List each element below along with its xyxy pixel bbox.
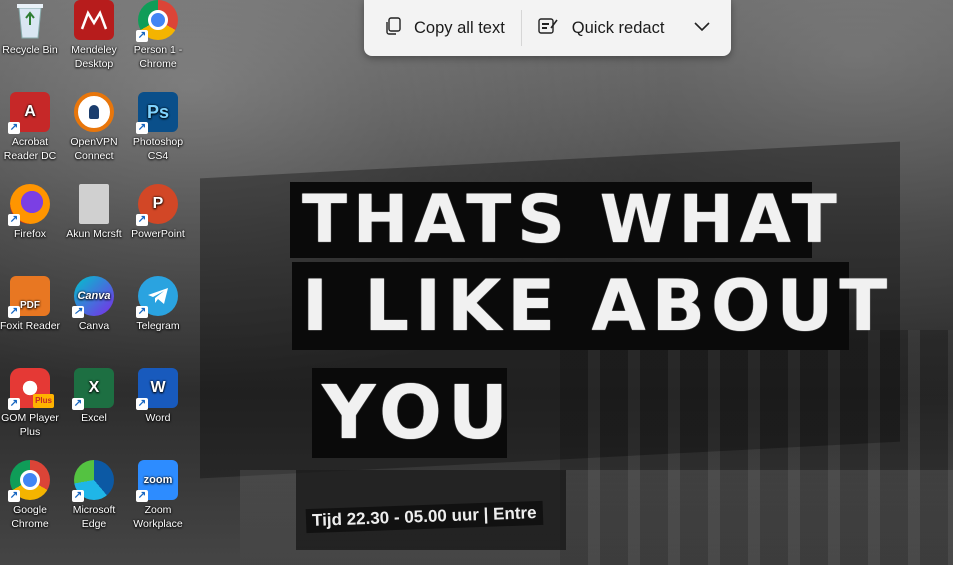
foxit-glyph: PDF bbox=[20, 300, 40, 311]
icon-label: Word bbox=[145, 412, 171, 424]
desktop-icon-acrobat[interactable]: A ↗ Acrobat Reader DC bbox=[0, 92, 62, 163]
desktop-icon-firefox[interactable]: ↗ Firefox bbox=[0, 184, 62, 241]
gom-plus-badge: Plus bbox=[33, 394, 54, 408]
icon-label: Photoshop CS4 bbox=[132, 136, 184, 162]
chrome-center bbox=[148, 10, 168, 30]
word-icon: W ↗ bbox=[136, 368, 178, 410]
chrome-center bbox=[20, 470, 40, 490]
foxit-reader-icon: PDF ↗ bbox=[8, 276, 50, 318]
text-actions-toolbar: Copy all text Quick redact bbox=[364, 0, 731, 56]
icon-label: Recycle Bin bbox=[2, 44, 58, 56]
icon-label: Microsoft Edge bbox=[72, 504, 116, 530]
icon-label: OpenVPN Connect bbox=[70, 136, 118, 162]
icon-label: Person 1 - Chrome bbox=[133, 44, 183, 70]
icon-label: Akun Mcrsft bbox=[66, 228, 122, 240]
icon-label: Foxit Reader bbox=[0, 320, 61, 332]
firefox-icon: ↗ bbox=[8, 184, 50, 226]
desktop-icon-akun-mcrsft[interactable]: Akun Mcrsft bbox=[62, 184, 126, 241]
openvpn-icon bbox=[74, 92, 114, 132]
shortcut-arrow-icon: ↗ bbox=[72, 398, 84, 410]
shortcut-arrow-icon: ↗ bbox=[8, 214, 20, 226]
icon-label: GOM Player Plus bbox=[1, 412, 59, 438]
powerpoint-glyph: P bbox=[152, 195, 164, 212]
desktop-icon-canva[interactable]: Canva ↗ Canva bbox=[62, 276, 126, 333]
recycle-bin-icon bbox=[10, 0, 50, 40]
icon-label: PowerPoint bbox=[131, 228, 185, 240]
redact-options-dropdown[interactable] bbox=[694, 8, 710, 48]
photoshop-icon: Ps ↗ bbox=[136, 92, 178, 134]
desktop-icon-google-chrome[interactable]: ↗ Google Chrome bbox=[0, 460, 62, 531]
desktop-icon-zoom[interactable]: zoom ↗ Zoom Workplace bbox=[126, 460, 190, 531]
icon-label: Telegram bbox=[136, 320, 180, 332]
toolbar-divider bbox=[520, 10, 522, 46]
document-icon bbox=[79, 184, 109, 224]
shortcut-arrow-icon: ↗ bbox=[72, 490, 84, 502]
shortcut-arrow-icon: ↗ bbox=[8, 122, 20, 134]
quick-redact-button[interactable]: Quick redact bbox=[538, 8, 665, 48]
icon-label: Acrobat Reader DC bbox=[3, 136, 57, 162]
zoom-icon: zoom ↗ bbox=[136, 460, 178, 502]
canva-glyph: Canva bbox=[77, 290, 111, 302]
chrome-profile-icon: ↗ bbox=[136, 0, 178, 42]
copy-all-text-label: Copy all text bbox=[414, 18, 505, 37]
shortcut-arrow-icon: ↗ bbox=[8, 306, 20, 318]
shortcut-arrow-icon: ↗ bbox=[136, 30, 148, 42]
shortcut-arrow-icon: ↗ bbox=[8, 398, 20, 410]
desktop-icon-person1-chrome[interactable]: ↗ Person 1 - Chrome bbox=[126, 0, 190, 71]
telegram-icon: ↗ bbox=[136, 276, 178, 318]
desktop-icon-powerpoint[interactable]: P ↗ PowerPoint bbox=[126, 184, 190, 241]
icon-label: Google Chrome bbox=[11, 504, 49, 530]
desktop-icon-openvpn[interactable]: OpenVPN Connect bbox=[62, 92, 126, 163]
wallpaper-text-line2: I LIKE ABOUT bbox=[292, 262, 887, 350]
chevron-down-icon bbox=[694, 19, 710, 37]
desktop-icon-telegram[interactable]: ↗ Telegram bbox=[126, 276, 190, 333]
icon-label: Mendeley Desktop bbox=[71, 44, 117, 70]
desktop-icon-microsoft-edge[interactable]: ↗ Microsoft Edge bbox=[62, 460, 126, 531]
canva-icon: Canva ↗ bbox=[72, 276, 114, 318]
desktop-icon-excel[interactable]: X ↗ Excel bbox=[62, 368, 126, 425]
powerpoint-icon: P ↗ bbox=[136, 184, 178, 226]
wallpaper-text-line1: THATS WHAT bbox=[290, 182, 837, 258]
shortcut-arrow-icon: ↗ bbox=[8, 490, 20, 502]
redact-icon bbox=[538, 17, 558, 40]
copy-icon bbox=[384, 16, 402, 40]
excel-glyph: X bbox=[88, 379, 100, 396]
zoom-glyph: zoom bbox=[143, 474, 173, 486]
chrome-icon: ↗ bbox=[8, 460, 50, 502]
desktop-icon-gom-player[interactable]: Plus ↗ GOM Player Plus bbox=[0, 368, 62, 439]
icon-label: Zoom Workplace bbox=[133, 504, 183, 530]
shortcut-arrow-icon: ↗ bbox=[136, 398, 148, 410]
icon-label: Canva bbox=[78, 320, 110, 332]
desktop-icon-foxit[interactable]: PDF ↗ Foxit Reader bbox=[0, 276, 62, 333]
wallpaper-text-line3: YOU bbox=[312, 368, 508, 458]
edge-icon: ↗ bbox=[72, 460, 114, 502]
quick-redact-label: Quick redact bbox=[571, 18, 665, 37]
copy-all-text-button[interactable]: Copy all text bbox=[384, 8, 505, 48]
desktop-icon-recycle-bin[interactable]: Recycle Bin bbox=[0, 0, 62, 57]
shortcut-arrow-icon: ↗ bbox=[72, 306, 84, 318]
shortcut-arrow-icon: ↗ bbox=[136, 306, 148, 318]
acrobat-glyph: A bbox=[24, 103, 36, 120]
shortcut-arrow-icon: ↗ bbox=[136, 490, 148, 502]
shortcut-arrow-icon: ↗ bbox=[136, 214, 148, 226]
excel-icon: X ↗ bbox=[72, 368, 114, 410]
acrobat-icon: A ↗ bbox=[8, 92, 50, 134]
icon-label: Firefox bbox=[13, 228, 47, 240]
photoshop-glyph: Ps bbox=[146, 102, 170, 122]
mendeley-icon bbox=[74, 0, 114, 40]
gom-player-icon: Plus ↗ bbox=[8, 368, 54, 410]
icon-label: Excel bbox=[81, 412, 107, 424]
desktop-icon-word[interactable]: W ↗ Word bbox=[126, 368, 190, 425]
shortcut-arrow-icon: ↗ bbox=[136, 122, 148, 134]
desktop-icon-mendeley[interactable]: Mendeley Desktop bbox=[62, 0, 126, 71]
vpn-keyhole bbox=[89, 105, 99, 119]
desktop-icon-photoshop[interactable]: Ps ↗ Photoshop CS4 bbox=[126, 92, 190, 163]
word-glyph: W bbox=[150, 379, 166, 396]
